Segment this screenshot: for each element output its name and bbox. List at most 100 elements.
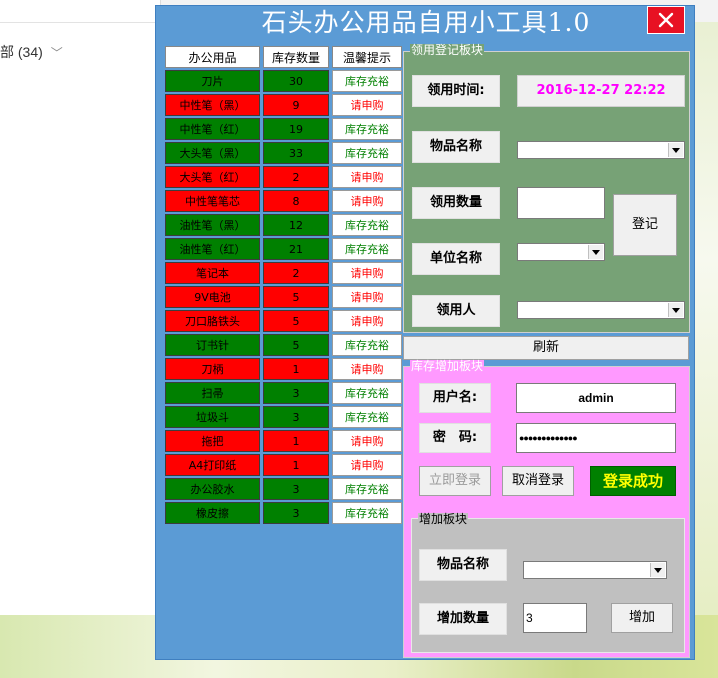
add-qty-input[interactable] [523,603,587,633]
table-row-reminder[interactable]: 库存充裕 [332,238,402,260]
table-row-reminder[interactable]: 库存充裕 [332,214,402,236]
table-row-item-name[interactable]: 大头笔（红） [165,166,260,188]
password-label: 密 码: [419,423,491,453]
table-row-item-name[interactable]: A4打印纸 [165,454,260,476]
table-row-qty[interactable]: 3 [263,382,329,404]
username-label: 用户名: [419,383,491,413]
table-row-qty[interactable]: 2 [263,262,329,284]
table-row-qty[interactable]: 30 [263,70,329,92]
take-qty-label: 领用数量 [412,187,500,219]
table-row-reminder[interactable]: 库存充裕 [332,142,402,164]
take-qty-input[interactable] [517,187,605,219]
add-qty-label: 增加数量 [419,603,507,635]
time-value: 2016-12-27 22:22 [517,75,685,107]
table-row-reminder[interactable]: 请申购 [332,430,402,452]
item-name-label: 物品名称 [412,131,500,163]
login-status: 登录成功 [590,466,676,496]
table-row-qty[interactable]: 2 [263,166,329,188]
unit-name-label: 单位名称 [412,243,500,275]
background-explorer-window [0,0,161,615]
table-row-qty[interactable]: 3 [263,502,329,524]
login-button[interactable]: 立即登录 [419,466,491,496]
table-row-reminder[interactable]: 库存充裕 [332,502,402,524]
table-row-item-name[interactable]: 刀柄 [165,358,260,380]
table-row-reminder[interactable]: 库存充裕 [332,334,402,356]
background-divider [0,22,160,23]
background-explorer-label-text: 部 (34) [0,44,43,60]
table-row-reminder[interactable]: 请申购 [332,262,402,284]
table-row-qty[interactable]: 1 [263,358,329,380]
table-row-item-name[interactable]: 油性笔（红） [165,238,260,260]
register-panel: 领用登记板块 领用时间: 2016-12-27 22:22 物品名称 领用数量 … [403,44,690,333]
table-row-item-name[interactable]: 中性笔笔芯 [165,190,260,212]
stock-increase-legend: 库存增加板块 [410,359,485,373]
close-icon [658,12,674,28]
table-row-reminder[interactable]: 请申购 [332,454,402,476]
unit-name-select[interactable] [517,243,605,261]
table-row-item-name[interactable]: 拖把 [165,430,260,452]
table-row-qty[interactable]: 21 [263,238,329,260]
dropdown-arrow-icon [668,303,683,317]
receiver-select[interactable] [517,301,685,319]
header-reminder: 温馨提示 [332,46,402,68]
cancel-login-button[interactable]: 取消登录 [502,466,574,496]
add-item-name-select[interactable] [523,561,667,579]
table-row-qty[interactable]: 12 [263,214,329,236]
close-button[interactable] [647,6,685,34]
table-row-item-name[interactable]: 垃圾斗 [165,406,260,428]
table-row-reminder[interactable]: 库存充裕 [332,382,402,404]
app-window: 石头办公用品自用小工具1.0 办公用品 库存数量 温馨提示 刀片 30 库存充裕 中性… [155,5,695,660]
table-row-item-name[interactable]: 办公胶水 [165,478,260,500]
password-input[interactable] [516,423,676,453]
dropdown-arrow-icon [668,143,683,157]
table-row-item-name[interactable]: 中性笔（黑） [165,94,260,116]
table-row-item-name[interactable]: 刀口胳铁头 [165,310,260,332]
table-row-reminder[interactable]: 请申购 [332,286,402,308]
refresh-button[interactable]: 刷新 [403,336,689,360]
table-row-reminder[interactable]: 请申购 [332,166,402,188]
table-row-qty[interactable]: 19 [263,118,329,140]
table-row-item-name[interactable]: 订书针 [165,334,260,356]
table-row-item-name[interactable]: 9V电池 [165,286,260,308]
background-desktop-right [695,22,718,615]
table-row-item-name[interactable]: 扫帚 [165,382,260,404]
table-row-reminder[interactable]: 请申购 [332,358,402,380]
chevron-down-icon: ﹀ [50,46,63,60]
table-row-reminder[interactable]: 请申购 [332,94,402,116]
receiver-label: 领用人 [412,295,500,327]
dropdown-arrow-icon [588,245,603,259]
username-input[interactable] [516,383,676,413]
window-title: 石头办公用品自用小工具1.0 [261,8,591,37]
table-row-qty[interactable]: 3 [263,478,329,500]
table-row-item-name[interactable]: 刀片 [165,70,260,92]
table-row-qty[interactable]: 5 [263,286,329,308]
table-row-reminder[interactable]: 库存充裕 [332,70,402,92]
register-button[interactable]: 登记 [613,194,677,256]
table-row-reminder[interactable]: 请申购 [332,310,402,332]
table-row-qty[interactable]: 9 [263,94,329,116]
table-row-reminder[interactable]: 库存充裕 [332,406,402,428]
item-name-select[interactable] [517,141,685,159]
table-row-item-name[interactable]: 大头笔（黑） [165,142,260,164]
table-row-item-name[interactable]: 笔记本 [165,262,260,284]
table-row-qty[interactable]: 1 [263,430,329,452]
table-row-qty[interactable]: 3 [263,406,329,428]
table-row-qty[interactable]: 8 [263,190,329,212]
table-row-item-name[interactable]: 橡皮擦 [165,502,260,524]
add-button[interactable]: 增加 [611,603,673,633]
table-row-qty[interactable]: 5 [263,310,329,332]
table-row-reminder[interactable]: 库存充裕 [332,118,402,140]
background-explorer-label[interactable]: 部 (34) ﹀ [0,42,63,62]
header-item-name: 办公用品 [165,46,260,68]
table-row-qty[interactable]: 1 [263,454,329,476]
table-row-qty[interactable]: 5 [263,334,329,356]
table-row-qty[interactable]: 33 [263,142,329,164]
time-label: 领用时间: [412,75,500,107]
header-stock-qty: 库存数量 [263,46,329,68]
table-row-reminder[interactable]: 请申购 [332,190,402,212]
register-panel-legend: 领用登记板块 [410,43,485,57]
table-row-item-name[interactable]: 油性笔（黑） [165,214,260,236]
table-row-reminder[interactable]: 库存充裕 [332,478,402,500]
dropdown-arrow-icon [650,563,665,577]
table-row-item-name[interactable]: 中性笔（红） [165,118,260,140]
